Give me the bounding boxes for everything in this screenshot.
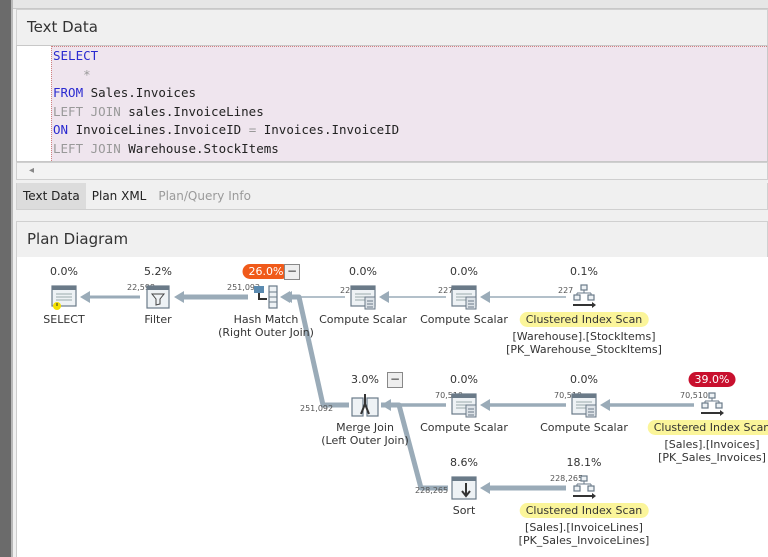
top-strip [13, 0, 768, 9]
edges-layer [80, 291, 694, 494]
clustered-index-scan-icon[interactable] [570, 475, 598, 501]
cost-label: 8.6% [450, 456, 478, 469]
operator-sublabel-2: [PK_Sales_Invoices] [658, 451, 766, 464]
compute-scalar-icon[interactable] [570, 392, 598, 418]
operator-label: Filter [144, 313, 172, 326]
code-token: Invoices.InvoiceID [256, 122, 400, 137]
operator-label: SELECT [43, 313, 85, 326]
operator-label: Compute Scalar [420, 313, 508, 326]
code-token: InvoiceLines.InvoiceID [68, 122, 249, 137]
arrowhead [480, 482, 490, 494]
code-token: Sales.Invoices [83, 85, 196, 100]
compute-scalar-icon[interactable] [349, 284, 377, 310]
code-token: LEFT JOIN [53, 140, 121, 156]
cost-label: 0.0% [50, 265, 78, 278]
tab-text-data[interactable]: Text Data [17, 183, 86, 209]
tab-bar: Text Data Plan XML Plan/Query Info [16, 183, 768, 210]
operator-sublabel: [Sales].[InvoiceLines] [525, 521, 643, 534]
cost-badge: 26.0% [242, 264, 290, 279]
code-token: sales.InvoiceLines [120, 103, 264, 119]
tab-plan-query-info[interactable]: Plan/Query Info [152, 183, 257, 209]
cost-label: 0.1% [570, 265, 598, 278]
code-line: ON InvoiceLines.InvoiceID = Invoices.Inv… [53, 121, 767, 140]
horizontal-scrollbar[interactable]: ◂ [16, 162, 768, 180]
cost-badge: 39.0% [688, 372, 736, 387]
tab-plan-xml[interactable]: Plan XML [86, 183, 153, 209]
scroll-left-icon[interactable]: ◂ [29, 165, 34, 176]
code-token: SELECT [53, 48, 99, 63]
operator-label: Hash Match [233, 313, 299, 326]
code-token: * [53, 66, 91, 82]
code-token: Warehouse.StockItems [120, 140, 279, 156]
arrowhead [80, 291, 90, 303]
operator-label: Clustered Index Scan [647, 420, 768, 435]
cost-label: 0.0% [450, 265, 478, 278]
collapse-button-merge-join[interactable]: − [387, 372, 403, 388]
arrowhead [480, 291, 490, 303]
code-line: LEFT JOIN Warehouse.StockItems [53, 140, 767, 159]
compute-scalar-icon[interactable] [450, 284, 478, 310]
select-warning-icon[interactable] [50, 284, 78, 310]
cost-label: 0.0% [570, 373, 598, 386]
code-token: ON [53, 122, 69, 137]
code-line: * [53, 66, 767, 85]
operator-sublabel: (Right Outer Join) [218, 326, 314, 339]
operator-sublabel-2: [PK_Sales_InvoiceLines] [518, 534, 650, 547]
merge-join-icon[interactable] [351, 392, 379, 418]
code-line: SELECT [53, 47, 767, 66]
operator-label: Compute Scalar [540, 421, 628, 434]
operator-sublabel: (Left Outer Join) [321, 434, 409, 447]
compute-scalar-icon[interactable] [450, 392, 478, 418]
code-line: FROM Sales.Invoices [53, 84, 767, 103]
cost-label: 0.0% [349, 265, 377, 278]
collapse-button-hash-match[interactable]: − [284, 264, 300, 280]
operator-sublabel-2: [PK_Warehouse_StockItems] [506, 343, 662, 356]
plan-diagram[interactable]: 22,598 251,092 227 227 227 251,092 70,510 70,51… [16, 257, 768, 557]
code-line: LEFT JOIN sales.InvoiceLines [53, 103, 767, 122]
filter-icon[interactable] [144, 284, 172, 310]
clustered-index-scan-icon[interactable] [570, 284, 598, 310]
cost-label: 5.2% [144, 265, 172, 278]
operator-label: Merge Join [336, 421, 394, 434]
code-token: FROM [53, 85, 84, 100]
arrowhead [480, 399, 490, 411]
arrowhead [600, 399, 610, 411]
cost-label: 3.0% [351, 373, 379, 386]
operator-label: Compute Scalar [319, 313, 407, 326]
operator-label: Sort [452, 504, 476, 517]
arrowhead [280, 291, 290, 303]
cost-label: 18.1% [566, 456, 602, 469]
sort-icon[interactable] [450, 475, 478, 501]
sql-code[interactable]: SELECT * FROM Sales.Invoices LEFT JOIN sal… [51, 46, 767, 161]
plan-diagram-header: Plan Diagram [16, 221, 768, 257]
sql-editor[interactable]: SELECT * FROM Sales.Invoices LEFT JOIN sal… [16, 45, 768, 162]
operator-sublabel: [Sales].[Invoices] [664, 438, 760, 451]
text-data-header: Text Data [16, 9, 768, 45]
arrowhead [379, 291, 389, 303]
row-count: 251,092 [300, 404, 334, 413]
operator-label: Compute Scalar [420, 421, 508, 434]
operator-sublabel: [Warehouse].[StockItems] [512, 330, 656, 343]
row-count: 228,265 [415, 486, 449, 495]
clustered-index-scan-icon[interactable] [698, 392, 726, 418]
hash-match-icon[interactable] [252, 284, 280, 310]
code-token: LEFT JOIN [53, 103, 121, 119]
operator-label: Clustered Index Scan [519, 503, 649, 518]
cost-label: 0.0% [450, 373, 478, 386]
arrowhead [174, 291, 184, 303]
window-edge [0, 0, 13, 557]
operator-label: Clustered Index Scan [519, 312, 649, 327]
